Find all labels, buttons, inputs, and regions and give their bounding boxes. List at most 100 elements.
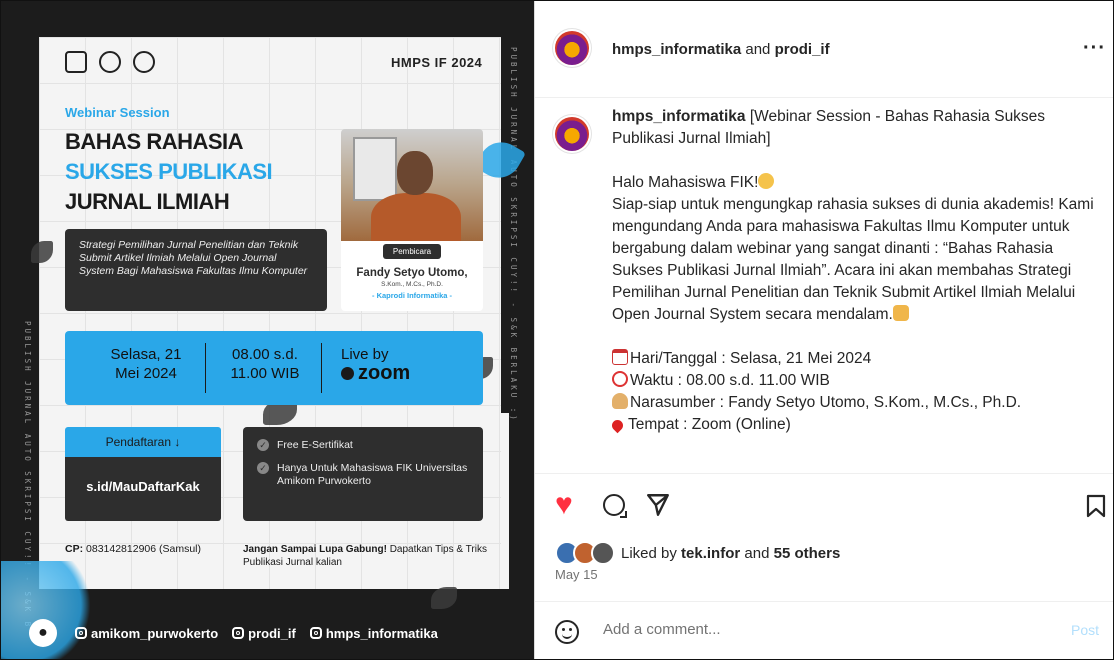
like-heart-icon[interactable]: ♥ [555,490,573,520]
comment-input[interactable] [601,620,1045,639]
headline-line-3: JURNAL ILMIAH [65,189,230,214]
liker-avatar [591,541,615,565]
likes-others-link[interactable]: 55 others [774,545,841,562]
arrow-down-icon: ↓ [174,435,181,449]
cp-value: 083142812906 (Samsul) [86,543,202,555]
caption-info-speaker: Narasumber : Fandy Setyo Utomo, S.Kom., … [630,394,1022,411]
leaf-decoration-icon [431,587,457,609]
caption-info-date: Hari/Tanggal : Selasa, 21 Mei 2024 [630,350,872,367]
likes-user-link[interactable]: tek.infor [681,545,740,562]
benefits-box: ✓ Free E-Sertifikat ✓ Hanya Untuk Mahasi… [243,427,483,521]
event-time: 08.00 s.d. 11.00 WIB [215,345,315,383]
event-month-year: Mei 2024 [115,365,177,382]
social-item: hmps_informatika [309,625,438,641]
social-handle: amikom_purwokerto [91,625,219,641]
caption-avatar[interactable] [555,117,589,151]
likes-prefix: Liked by [621,544,677,562]
speaker-card: Pembicara Fandy Setyo Utomo, S.Kom., M.C… [341,241,483,311]
event-date: Selasa, 21 Mei 2024 [91,345,201,383]
headline-line-1: BAHAS RAHASIA [65,129,244,154]
join-reminder: Jangan Sampai Lupa Gabung! Dapatkan Tips… [243,543,487,569]
speaker-badge: Pembicara [382,244,442,259]
speaker-degree: S.Kom., M.Cs., Ph.D. [381,281,443,288]
calendar-icon [612,349,628,365]
alarm-clock-icon [612,371,628,387]
event-time-end: 11.00 WIB [230,365,300,382]
divider [321,343,322,393]
pushpin-icon [609,417,626,434]
post-comment-button[interactable]: Post [1071,622,1099,638]
headline-line-2: SUKSES PUBLIKASI [65,159,273,184]
divider [205,343,206,393]
emoji-picker-icon[interactable] [555,620,579,644]
caption-body: Siap-siap untuk mengungkap rahasia sukse… [612,196,1094,323]
hmps-logo-icon [133,51,155,73]
poster-socials: ● amikom_purwokerto prodi_if hmps_inform… [29,619,438,647]
social-handle: hmps_informatika [325,625,438,641]
post-header: hmps_informatika and prodi_if ··· [535,1,1113,98]
poster-card-extension [501,413,509,589]
caption-info-time: Waktu : 08.00 s.d. 11.00 WIB [630,372,830,389]
post-date[interactable]: May 15 [555,567,598,582]
likes-joiner: and [744,544,770,562]
event-time-start: 08.00 s.d. [232,346,298,363]
author-link-2[interactable]: prodi_if [775,41,830,58]
cp-label: CP: [65,543,84,555]
benefit-text: Free E-Sertifikat [277,439,353,451]
org-tag: HMPS IF 2024 [391,55,483,70]
person-icon [612,393,628,409]
poster-logos [65,51,155,73]
social-item: amikom_purwokerto [75,626,218,641]
comment-bar: Post [535,601,1113,659]
event-platform: Live by zoom [341,345,461,383]
check-icon: ✓ [257,439,269,451]
author-link-1[interactable]: hmps_informatika [612,41,741,58]
caption-info-place: Tempat : Zoom (Online) [628,416,791,433]
session-label: Webinar Session [65,105,170,120]
authors-joiner: and [745,41,771,58]
social-handle: prodi_if [248,625,296,641]
post-details-panel: hmps_informatika and prodi_if ··· hmps_i… [534,1,1113,659]
subtitle-box: Strategi Pemilihan Jurnal Penelitian dan… [65,229,327,311]
registration-label: Pendaftaran [105,435,172,449]
contact-person: CP: 083142812906 (Samsul) [65,543,201,555]
platform-name: zoom [358,362,411,384]
caption-greeting: Halo Mahasiswa FIK! [612,174,759,191]
registration-link: s.id/MauDaftarKak [65,457,221,521]
post-authors: hmps_informatika and prodi_if [612,41,830,58]
post-image[interactable]: PUBLISH JURNAL AUTO SKRIPSI CUY!! - S&K … [1,1,534,659]
instagram-icon [75,627,87,639]
more-options-button[interactable]: ··· [1083,37,1106,60]
prodi-logo-icon [99,51,121,73]
user-icon: ● [29,619,57,647]
social-item: prodi_if [232,626,296,641]
benefit-item: ✓ Hanya Untuk Mahasiswa FIK Universitas … [257,462,469,488]
zoom-icon [341,367,354,380]
share-icon[interactable] [645,492,671,518]
join-reminder-bold: Jangan Sampai Lupa Gabung! [243,544,387,555]
bookmark-icon[interactable] [1085,494,1107,518]
waving-hand-icon [758,173,775,189]
amikom-logo-icon [65,51,87,73]
event-day: Selasa, 21 [110,346,182,363]
zoom-logo: zoom [341,362,461,384]
benefit-text: Hanya Untuk Mahasiswa FIK Universitas Am… [277,462,468,487]
instagram-icon [309,627,322,639]
likes-summary[interactable]: Liked by tek.infor and 55 others [555,541,840,565]
post-actions: ♥ [535,473,1113,536]
caption-username[interactable]: hmps_informatika [612,108,746,125]
instagram-icon [232,627,245,639]
instagram-post-window: PUBLISH JURNAL AUTO SKRIPSI CUY!! - S&K … [0,0,1114,660]
post-caption: hmps_informatika [Webinar Session - Baha… [609,106,1102,436]
author-avatar[interactable] [555,31,589,65]
benefit-item: ✓ Free E-Sertifikat [257,439,469,452]
event-info-bar: Selasa, 21 Mei 2024 08.00 s.d. 11.00 WIB… [65,331,483,405]
check-icon: ✓ [257,462,269,474]
raising-hands-icon [892,305,909,321]
speaker-role: - Kaprodi Informatika - [371,291,452,300]
speaker-photo [341,129,483,241]
side-tagline-right: PUBLISH JURNAL AUTO SKRIPSI CUY!! - S&K … [509,47,518,423]
comment-icon[interactable] [603,494,627,518]
registration-header: Pendaftaran ↓ [65,427,221,457]
speaker-name: Fandy Setyo Utomo, [356,267,468,279]
